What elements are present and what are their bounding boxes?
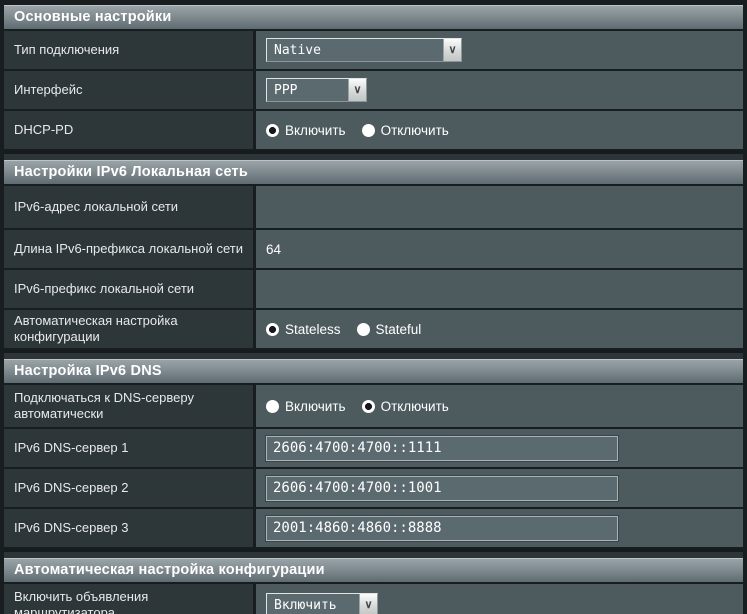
dhcp-pd-radio-group: Включить Отключить	[266, 123, 465, 138]
radio-option-enable[interactable]: Включить	[266, 123, 346, 138]
radio-selected-icon[interactable]	[266, 123, 279, 137]
row-dns-server-1: IPv6 DNS-сервер 1	[4, 429, 743, 467]
prefix-length-value: 64	[266, 241, 282, 257]
radio-option-disable[interactable]: Отключить	[361, 399, 449, 414]
row-lan-ipv6-prefix: IPv6-префикс локальной сети	[4, 270, 743, 308]
section-header-auto-configuration: Автоматическая настройка конфигурации	[4, 558, 743, 582]
radio-unselected-icon[interactable]	[361, 123, 375, 137]
row-dns-server-3: IPv6 DNS-сервер 3	[4, 509, 743, 547]
chevron-down-icon[interactable]: ∨	[348, 79, 366, 101]
dns-server-3-input[interactable]	[266, 515, 618, 541]
row-label: IPv6 DNS-сервер 2	[4, 469, 256, 507]
chevron-down-icon[interactable]: ∨	[443, 39, 461, 61]
row-value	[256, 509, 743, 547]
row-value: Stateless Stateful	[256, 310, 743, 348]
section-header-ipv6-lan: Настройки IPv6 Локальная сеть	[4, 160, 743, 184]
autoconfig-radio-group: Stateless Stateful	[266, 322, 437, 337]
row-lan-ipv6-address: IPv6-адрес локальной сети	[4, 186, 743, 228]
lan-ipv6-prefix-redacted	[274, 279, 446, 300]
row-label: IPv6 DNS-сервер 3	[4, 509, 256, 547]
row-label: Включить объявления маршрутизатора	[4, 584, 256, 614]
row-router-advertisement: Включить объявления маршрутизатора Включ…	[4, 584, 743, 614]
dns-server-1-input[interactable]	[266, 435, 618, 461]
section-divider	[4, 350, 743, 359]
row-label: IPv6 DNS-сервер 1	[4, 429, 256, 467]
dns-server-2-input[interactable]	[266, 475, 618, 501]
radio-option-enable[interactable]: Включить	[266, 399, 346, 414]
select-value: Native	[274, 42, 321, 58]
row-label: DHCP-PD	[4, 111, 256, 149]
select-value: PPP	[274, 82, 298, 98]
radio-unselected-icon[interactable]	[356, 322, 370, 336]
radio-selected-icon[interactable]	[361, 399, 375, 413]
row-value	[256, 270, 743, 308]
section-header-basic-settings: Основные настройки	[4, 5, 743, 29]
row-value: PPP ∨	[256, 71, 743, 109]
row-label: Автоматическая настройка конфигурации	[4, 310, 256, 348]
section-divider	[4, 549, 743, 558]
ipv6-settings-page: Основные настройки Тип подключения Nativ…	[0, 0, 747, 614]
row-interface: Интерфейс PPP ∨	[4, 71, 743, 109]
row-dns-auto: Подключаться к DNS-серверу автоматически…	[4, 385, 743, 427]
row-dns-server-2: IPv6 DNS-сервер 2	[4, 469, 743, 507]
dns-auto-radio-group: Включить Отключить	[266, 399, 465, 414]
row-connection-type: Тип подключения Native ∨	[4, 31, 743, 69]
row-value	[256, 186, 743, 228]
row-label: Длина IPv6-префикса локальной сети	[4, 230, 256, 268]
row-label: Подключаться к DNS-серверу автоматически	[4, 385, 256, 427]
row-lan-prefix-length: Длина IPv6-префикса локальной сети 64	[4, 230, 743, 268]
chevron-down-icon[interactable]: ∨	[359, 594, 377, 614]
row-value: 64	[256, 230, 743, 268]
section-header-ipv6-dns: Настройка IPv6 DNS	[4, 359, 743, 383]
row-label: Интерфейс	[4, 71, 256, 109]
select-value: Включить	[274, 597, 337, 613]
row-label: IPv6-префикс локальной сети	[4, 270, 256, 308]
row-autoconfig: Автоматическая настройка конфигурации St…	[4, 310, 743, 348]
row-value: Включить ∨	[256, 584, 743, 614]
row-dhcp-pd: DHCP-PD Включить Отключить	[4, 111, 743, 149]
connection-type-select[interactable]: Native ∨	[266, 38, 462, 62]
row-value: Native ∨	[256, 31, 743, 69]
lan-ipv6-address-redacted	[274, 197, 446, 218]
row-value	[256, 429, 743, 467]
row-label: IPv6-адрес локальной сети	[4, 186, 256, 228]
section-divider	[4, 151, 743, 160]
row-value: Включить Отключить	[256, 111, 743, 149]
radio-option-stateless[interactable]: Stateless	[266, 322, 341, 337]
row-label: Тип подключения	[4, 31, 256, 69]
radio-selected-icon[interactable]	[266, 322, 279, 336]
interface-select[interactable]: PPP ∨	[266, 78, 367, 102]
router-advertisement-select[interactable]: Включить ∨	[266, 593, 378, 614]
radio-unselected-icon[interactable]	[266, 399, 279, 413]
radio-option-stateful[interactable]: Stateful	[356, 322, 421, 337]
row-value: Включить Отключить	[256, 385, 743, 427]
row-value	[256, 469, 743, 507]
radio-option-disable[interactable]: Отключить	[361, 123, 449, 138]
